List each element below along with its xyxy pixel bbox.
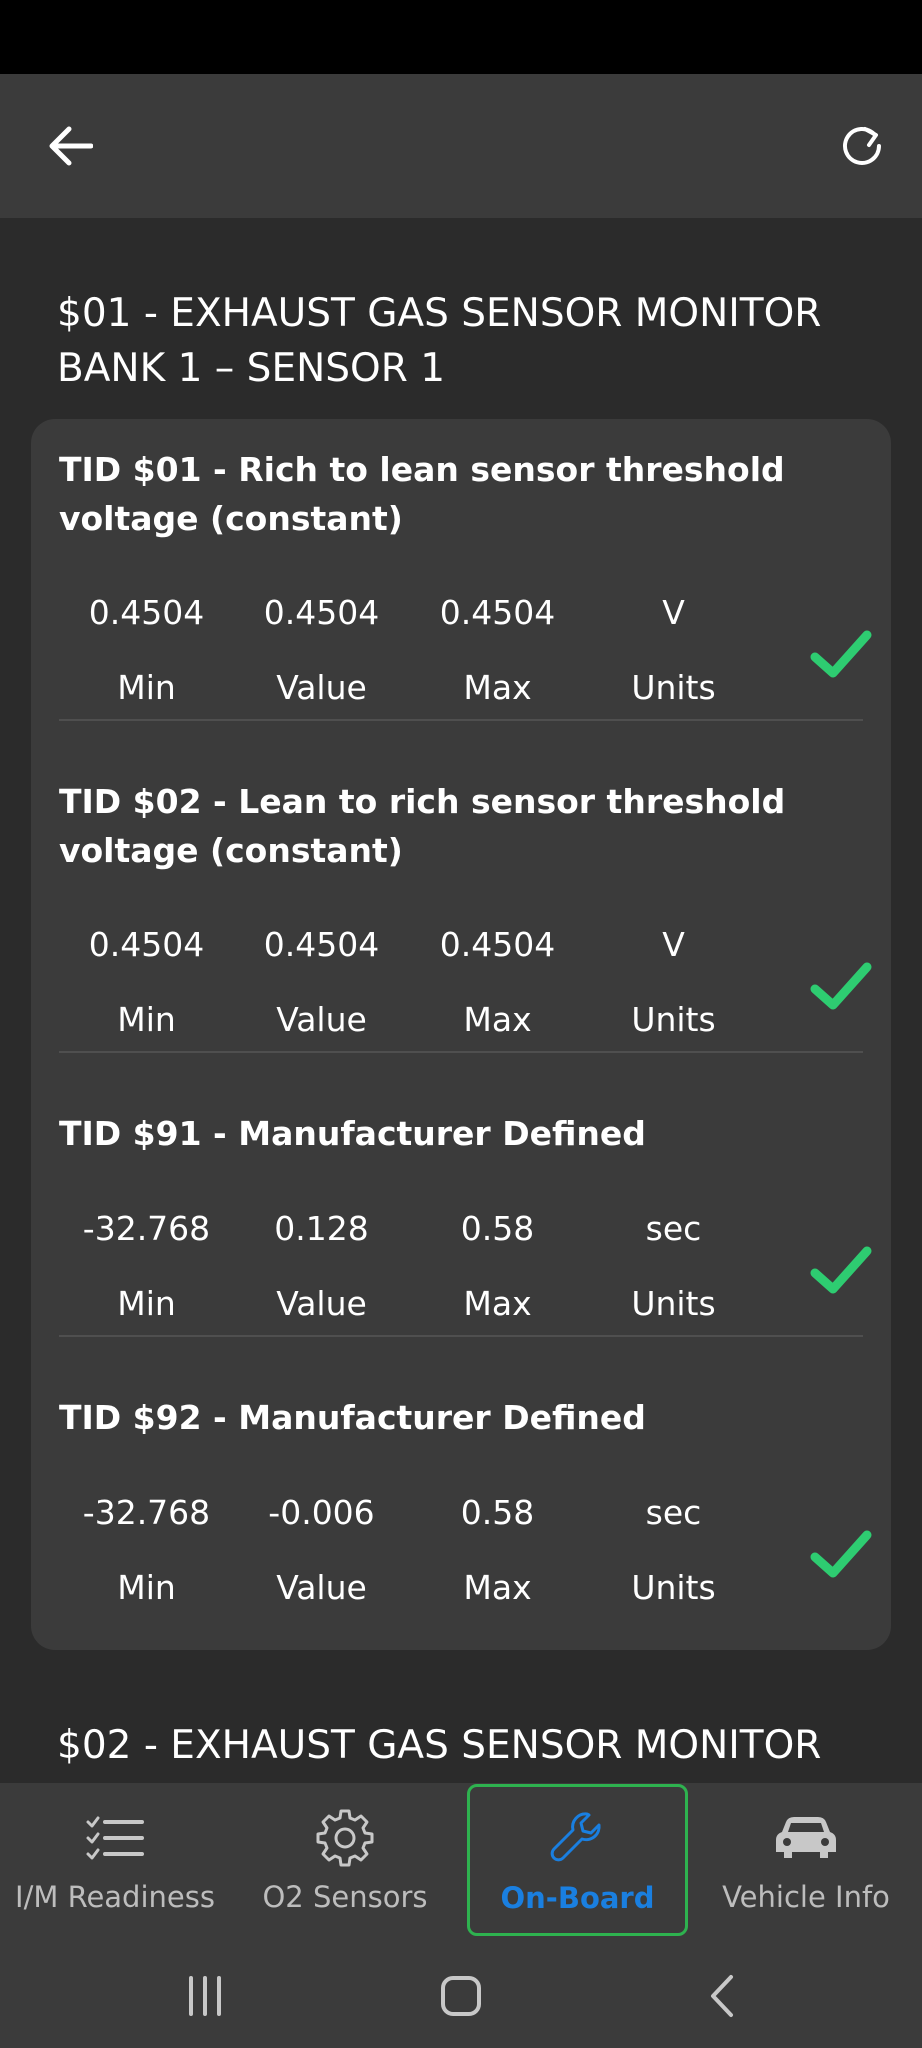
value-label: Value bbox=[276, 668, 367, 707]
max-label: Max bbox=[463, 1568, 532, 1607]
divider bbox=[59, 1335, 863, 1337]
test-result: TID $92 - Manufacturer Defined -32.768 -… bbox=[59, 1393, 893, 1607]
test-result: TID $01 - Rich to lean sensor threshold … bbox=[59, 445, 893, 707]
units-value: V bbox=[662, 593, 685, 632]
units-value: sec bbox=[645, 1209, 702, 1248]
system-navigation-bar bbox=[0, 1936, 922, 2048]
monitor-list[interactable]: $01 - EXHAUST GAS SENSOR MONITOR BANK 1 … bbox=[0, 218, 922, 1783]
test-title: TID $92 - Manufacturer Defined bbox=[59, 1398, 646, 1437]
section-title-line2: BANK 1 – SENSOR 1 bbox=[57, 346, 446, 391]
recents-button[interactable] bbox=[175, 1966, 235, 2026]
units-label: Units bbox=[631, 1568, 716, 1607]
units-label: Units bbox=[631, 668, 716, 707]
check-icon bbox=[810, 962, 872, 1010]
max-label: Max bbox=[463, 1000, 532, 1039]
min-label: Min bbox=[117, 1284, 176, 1323]
min-label: Min bbox=[117, 1568, 176, 1607]
recents-icon bbox=[189, 1976, 221, 2016]
wrench-icon bbox=[550, 1812, 601, 1862]
gear-icon bbox=[316, 1809, 374, 1867]
check-icon bbox=[810, 630, 872, 678]
value: 0.4504 bbox=[263, 925, 380, 964]
test-results-card: TID $01 - Rich to lean sensor threshold … bbox=[31, 419, 891, 1650]
tab-vehicle-info[interactable]: Vehicle Info bbox=[691, 1783, 921, 1936]
value-label: Value bbox=[276, 1568, 367, 1607]
min-label: Min bbox=[117, 1000, 176, 1039]
min-value: -32.768 bbox=[82, 1209, 211, 1248]
max-value: 0.58 bbox=[460, 1209, 535, 1248]
back-button[interactable] bbox=[30, 106, 110, 186]
section-title: $01 - EXHAUST GAS SENSOR MONITOR BANK 1 … bbox=[57, 286, 887, 396]
units-value: sec bbox=[645, 1493, 702, 1532]
car-icon bbox=[776, 1817, 836, 1858]
test-title: TID $01 - Rich to lean sensor threshold … bbox=[59, 450, 785, 538]
value-label: Value bbox=[276, 1284, 367, 1323]
max-label: Max bbox=[463, 668, 532, 707]
arrow-left-icon bbox=[49, 126, 93, 166]
value: -0.006 bbox=[268, 1493, 375, 1532]
home-icon bbox=[441, 1976, 481, 2016]
min-value: 0.4504 bbox=[88, 593, 205, 632]
tab-label: On-Board bbox=[500, 1881, 655, 1915]
check-icon bbox=[810, 1530, 872, 1578]
max-value: 0.4504 bbox=[439, 925, 556, 964]
test-title: TID $91 - Manufacturer Defined bbox=[59, 1114, 646, 1153]
chevron-left-icon bbox=[711, 1975, 733, 2017]
bottom-navigation: I/M Readiness O2 Sensors On-Board Vehicl… bbox=[0, 1783, 922, 1936]
min-label: Min bbox=[117, 668, 176, 707]
test-result: TID $02 - Lean to rich sensor threshold … bbox=[59, 777, 893, 1039]
status-bar bbox=[0, 0, 922, 74]
section-title-line1: $02 - EXHAUST GAS SENSOR MONITOR bbox=[57, 1723, 822, 1768]
tab-label: O2 Sensors bbox=[262, 1880, 428, 1914]
divider bbox=[59, 719, 863, 721]
checklist-icon bbox=[86, 1816, 144, 1860]
check-icon bbox=[810, 1246, 872, 1294]
units-label: Units bbox=[631, 1000, 716, 1039]
tab-label: I/M Readiness bbox=[15, 1880, 215, 1914]
max-value: 0.58 bbox=[460, 1493, 535, 1532]
section-title: $02 - EXHAUST GAS SENSOR MONITOR bbox=[57, 1718, 887, 1773]
units-value: V bbox=[662, 925, 685, 964]
test-result: TID $91 - Manufacturer Defined -32.768 0… bbox=[59, 1109, 893, 1323]
min-value: -32.768 bbox=[82, 1493, 211, 1532]
max-label: Max bbox=[463, 1284, 532, 1323]
home-button[interactable] bbox=[431, 1966, 491, 2026]
tab-on-board[interactable]: On-Board bbox=[467, 1784, 688, 1936]
section-title-line1: $01 - EXHAUST GAS SENSOR MONITOR bbox=[57, 291, 822, 336]
max-value: 0.4504 bbox=[439, 593, 556, 632]
tab-im-readiness[interactable]: I/M Readiness bbox=[0, 1783, 230, 1936]
app-bar bbox=[0, 74, 922, 218]
units-label: Units bbox=[631, 1284, 716, 1323]
value: 0.4504 bbox=[263, 593, 380, 632]
back-nav-button[interactable] bbox=[692, 1966, 752, 2026]
tab-label: Vehicle Info bbox=[722, 1880, 890, 1914]
min-value: 0.4504 bbox=[88, 925, 205, 964]
refresh-button[interactable] bbox=[822, 106, 902, 186]
refresh-icon bbox=[843, 127, 881, 165]
test-title: TID $02 - Lean to rich sensor threshold … bbox=[59, 782, 786, 870]
value: 0.128 bbox=[274, 1209, 369, 1248]
divider bbox=[59, 1051, 863, 1053]
value-label: Value bbox=[276, 1000, 367, 1039]
tab-o2-sensors[interactable]: O2 Sensors bbox=[230, 1783, 460, 1936]
